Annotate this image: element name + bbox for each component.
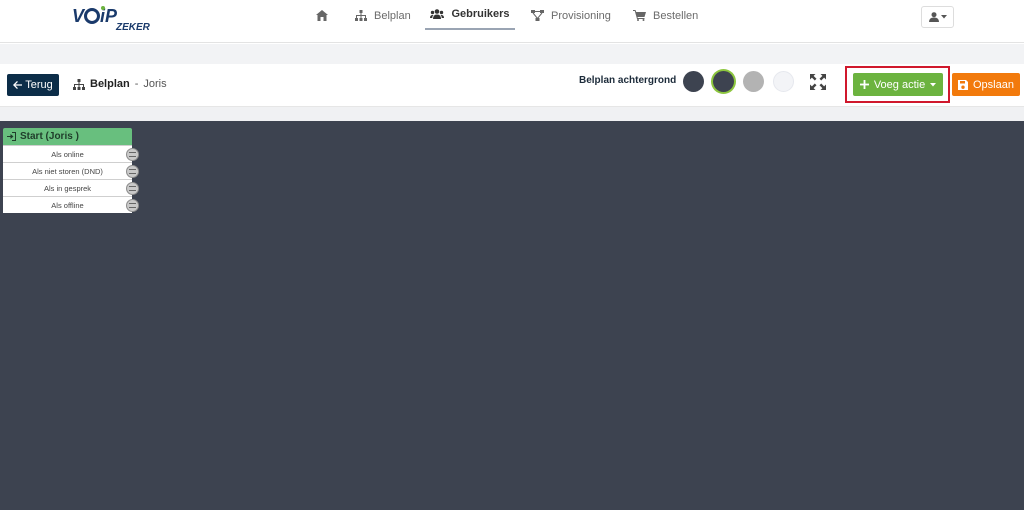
nav-bestellen-label: Bestellen (653, 9, 699, 22)
node-row-label: Als niet storen (DND) (32, 166, 103, 176)
swatch-grey[interactable] (743, 71, 764, 92)
svg-text:V: V (72, 6, 86, 26)
node-row-online[interactable]: Als online (3, 145, 139, 162)
connector-port-icon[interactable] (126, 165, 139, 178)
start-node[interactable]: Start (Joris ) Als online Als niet store… (3, 128, 139, 213)
nav-provisioning[interactable]: Provisioning (531, 0, 611, 31)
background-label: Belplan achtergrond (579, 75, 677, 86)
arrow-left-icon (13, 81, 23, 89)
network-icon (531, 10, 544, 21)
node-row-offline[interactable]: Als offline (3, 196, 139, 213)
caret-down-icon (930, 82, 937, 86)
top-navigation: V iP ZEKER Belplan Gebruikers Provisioni… (0, 0, 1024, 43)
users-icon (430, 9, 445, 19)
breadcrumb: Belplan - Joris (73, 78, 167, 90)
back-button-label: Terug (25, 79, 53, 91)
caret-down-icon (940, 15, 947, 19)
header-spacer (0, 44, 1024, 64)
expand-icon[interactable] (810, 74, 826, 90)
svg-text:ZEKER: ZEKER (115, 22, 151, 31)
add-action-label: Voeg actie (873, 78, 926, 91)
swatch-dark-slate[interactable] (683, 71, 704, 92)
start-node-title: Start (Joris ) (20, 131, 79, 142)
nav-belplan-label: Belplan (374, 9, 411, 22)
belplan-toolbar: Terug Belplan - Joris Belplan achtergron… (0, 64, 1024, 107)
node-row-label: Als in gesprek (43, 183, 92, 193)
connector-port-icon[interactable] (126, 182, 139, 195)
flow-canvas[interactable]: Start (Joris ) Als online Als niet store… (0, 121, 1024, 510)
nav-bestellen[interactable]: Bestellen (633, 0, 698, 31)
nav-gebruikers-label: Gebruikers (451, 8, 510, 20)
floppy-disk-icon (958, 79, 968, 90)
breadcrumb-name: Joris (143, 78, 167, 90)
sitemap-icon (355, 10, 367, 21)
node-row-label: Als online (51, 149, 84, 159)
canvas-separator (0, 107, 1024, 121)
nav-belplan[interactable]: Belplan (355, 0, 411, 31)
add-action-button[interactable]: Voeg actie (853, 73, 943, 96)
breadcrumb-section: Belplan (90, 78, 130, 90)
plus-icon (859, 80, 869, 89)
nav-home[interactable] (316, 0, 328, 31)
user-icon (928, 12, 939, 22)
breadcrumb-separator: - (134, 78, 139, 90)
nav-provisioning-label: Provisioning (551, 9, 611, 22)
node-row-label: Als offline (51, 200, 84, 210)
connector-port-icon[interactable] (126, 148, 139, 161)
user-menu-button[interactable] (921, 6, 954, 28)
back-button[interactable]: Terug (7, 74, 59, 96)
sitemap-icon (73, 78, 85, 90)
home-icon (316, 10, 328, 21)
cart-icon (633, 10, 646, 21)
sign-in-icon (7, 132, 16, 141)
swatch-dark-slate-selected[interactable] (713, 71, 734, 92)
swatch-light[interactable] (773, 71, 794, 92)
save-button-label: Opslaan (973, 78, 1014, 91)
save-button[interactable]: Opslaan (952, 73, 1020, 96)
start-node-header[interactable]: Start (Joris ) (3, 128, 132, 145)
voipzeker-logo[interactable]: V iP ZEKER (72, 5, 158, 31)
connector-port-icon[interactable] (126, 199, 139, 212)
nav-gebruikers[interactable]: Gebruikers (425, 0, 515, 30)
node-row-dnd[interactable]: Als niet storen (DND) (3, 162, 139, 179)
node-row-in-call[interactable]: Als in gesprek (3, 179, 139, 196)
